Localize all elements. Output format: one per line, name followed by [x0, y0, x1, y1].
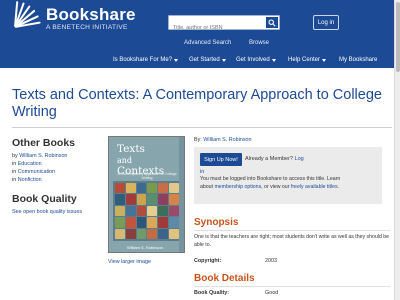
nav-item-get-started[interactable]: Get Started: [189, 57, 226, 63]
cover-author: William S. Robinson: [127, 245, 163, 250]
other-books-category: in Nonfiction: [12, 177, 42, 183]
membership-options-link[interactable]: options: [244, 184, 261, 190]
bookshare-logo[interactable]: Bookshare A BENETECH INITIATIVE: [12, 1, 136, 32]
author-link[interactable]: William S. Robinson: [203, 137, 251, 143]
synopsis-heading: Synopsis: [194, 217, 239, 228]
category-link-education[interactable]: Education: [18, 161, 42, 167]
nav-item-help-center[interactable]: Help Center: [288, 57, 327, 63]
chevron-down-icon: [271, 58, 276, 62]
login-button[interactable]: Log in: [313, 15, 339, 30]
book-fan-icon: [12, 1, 42, 30]
brand-tagline: A BENETECH INITIATIVE: [46, 24, 128, 31]
other-books-by: by William S. Robinson: [12, 153, 68, 159]
search-button[interactable]: [266, 17, 278, 28]
chevron-down-icon: [221, 58, 226, 62]
search-input[interactable]: [169, 21, 265, 35]
brand-name: Bookshare: [46, 5, 136, 24]
search-field[interactable]: [168, 15, 280, 35]
other-books-author-link[interactable]: William S. Robinson: [19, 153, 67, 159]
book-title: Texts and Contexts: A Contemporary Appro…: [12, 87, 382, 120]
other-books-category: in Education: [12, 161, 42, 167]
copyright-value: 2003: [265, 258, 277, 264]
other-books-heading: Other Books: [12, 137, 76, 149]
chevron-down-icon: [174, 58, 179, 62]
free-titles-link[interactable]: freely available titles: [291, 184, 338, 190]
synopsis-text: One is that the teachers are right; most…: [194, 234, 390, 248]
synopsis-divider: [194, 230, 390, 231]
login-link[interactable]: Log: [295, 156, 304, 162]
book-quality-value: Good: [265, 290, 279, 296]
signup-note: You must be logged into Bookshare to acc…: [200, 176, 341, 190]
nav-item-my-bookshare[interactable]: My Bookshare: [339, 57, 377, 63]
book-details-heading: Book Details: [194, 273, 255, 284]
cover-quilt-artwork: [115, 183, 179, 239]
membership-link[interactable]: membership: [214, 184, 243, 190]
login-link-cont[interactable]: in: [200, 169, 204, 175]
book-cover-image[interactable]: Texts and Contexts A Contemporary Approa…: [108, 136, 185, 253]
site-header: Bookshare A BENETECH INITIATIVE Log in A…: [0, 0, 400, 68]
other-books-category: in Communication: [12, 169, 56, 175]
page-scrollbar[interactable]: [394, 0, 400, 300]
view-larger-image-link[interactable]: View larger image: [108, 259, 151, 265]
book-quality-label: Book Quality:: [194, 290, 230, 296]
advanced-search-link[interactable]: Advanced Search: [184, 40, 231, 46]
copyright-label: Copyright:: [194, 258, 222, 264]
cover-subtitle: A Contemporary Approach to College Writi…: [117, 172, 177, 180]
search-icon: [268, 18, 276, 27]
chevron-down-icon: [322, 58, 327, 62]
title-divider: [12, 127, 392, 128]
book-details-divider: [194, 286, 390, 287]
main-nav: Is Bookshare For Me? Get Started Get Inv…: [0, 57, 400, 66]
nav-item-get-involved[interactable]: Get Involved: [236, 57, 276, 63]
author-byline: By: William S. Robinson: [194, 137, 252, 143]
already-member-text: Already a Member? Log: [245, 156, 304, 162]
browse-link[interactable]: Browse: [249, 40, 269, 46]
category-link-communication[interactable]: Communication: [18, 169, 55, 175]
scrollbar-thumb[interactable]: [396, 2, 400, 72]
nav-item-is-bookshare-for-me[interactable]: Is Bookshare For Me?: [113, 57, 179, 63]
signup-panel: Sign Up Now! Already a Member? Log in Yo…: [194, 147, 382, 204]
category-link-nonfiction[interactable]: Nonfiction: [18, 177, 42, 183]
book-quality-issues-link[interactable]: See open book quality issues: [12, 209, 82, 215]
sign-up-button[interactable]: Sign Up Now!: [200, 153, 242, 166]
book-quality-heading: Book Quality: [12, 193, 77, 205]
